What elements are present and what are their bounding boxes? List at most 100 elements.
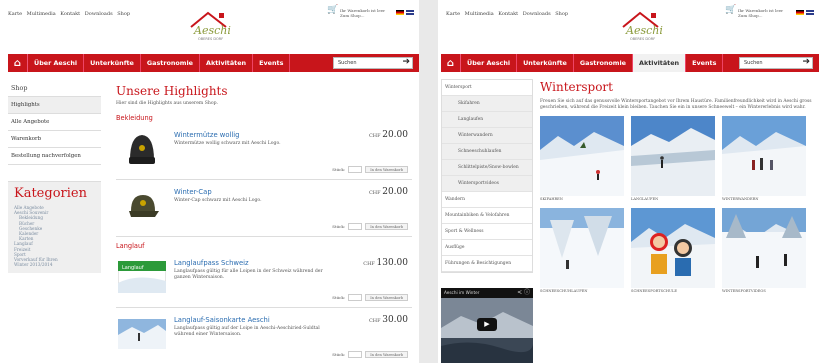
gallery-tile[interactable]: SCHNEESPORTSCHULE	[631, 208, 715, 295]
toplink-shop[interactable]: Shop	[555, 11, 568, 17]
cap-icon[interactable]	[118, 187, 166, 225]
gallery-tile[interactable]: LANGLAUFEN	[631, 116, 715, 203]
nav-events[interactable]: Events	[253, 54, 291, 72]
sidebar-item-shop[interactable]: Shop	[8, 80, 101, 97]
cart-shop-link[interactable]: Zum Shop...	[340, 13, 385, 18]
toplink-downloads[interactable]: Downloads	[85, 11, 113, 17]
gallery-tile[interactable]: WINTERWANDERN	[722, 116, 806, 203]
cross-country-photo[interactable]	[631, 116, 715, 197]
ski-pass-card[interactable]: Langlauf	[118, 258, 166, 296]
sidebar-item[interactable]: Schlittelpiste/Snow-bowlen	[442, 160, 532, 176]
nav-aktivitaeten[interactable]: Aktivitäten	[200, 54, 254, 72]
sidebar-item-alle-angebote[interactable]: Alle Angebote	[8, 114, 101, 131]
gallery-caption[interactable]: SCHNEESCHUHLAUFEN	[540, 289, 624, 295]
german-flag-icon[interactable]	[396, 10, 404, 15]
toplink-shop[interactable]: Shop	[117, 11, 130, 17]
add-to-cart-button[interactable]: In den Warenkorb	[365, 351, 408, 358]
play-icon[interactable]: ▶	[477, 318, 497, 331]
toplink-kontakt[interactable]: Kontakt	[498, 11, 518, 17]
gallery-caption[interactable]: WINTERSPORTVIDEOS	[722, 289, 806, 295]
add-to-cart-button[interactable]: In den Warenkorb	[365, 294, 408, 301]
home-icon[interactable]: ⌂	[8, 54, 28, 72]
product-row: Langlauf Langlaufpass Schweiz Langlaufpass…	[116, 256, 412, 308]
nav-gastronomie[interactable]: Gastronomie	[574, 54, 633, 72]
winter-hiking-photo[interactable]	[722, 116, 806, 197]
add-to-cart-button[interactable]: In den Warenkorb	[365, 166, 408, 173]
ski-school-photo[interactable]	[631, 208, 715, 289]
product-description: Langlaufpass gültig für alle Loipen in d…	[174, 269, 323, 280]
gallery-caption[interactable]: WINTERWANDERN	[722, 197, 806, 203]
quantity-input[interactable]	[348, 294, 363, 301]
toplink-multimedia[interactable]: Multimedia	[465, 11, 494, 17]
product-name[interactable]: Langlaufpass Schweiz	[174, 259, 249, 267]
nav-ueber-aeschi[interactable]: Über Aeschi	[461, 54, 518, 72]
sidebar-item[interactable]: Wintersport	[442, 80, 532, 96]
gallery-tile[interactable]: WINTERSPORTVIDEOS	[722, 208, 806, 295]
sidebar-item[interactable]: Skifahren	[442, 96, 532, 112]
nav-events[interactable]: Events	[686, 54, 724, 72]
quantity-input[interactable]	[348, 223, 363, 230]
skiing-photo[interactable]	[540, 116, 624, 197]
product-name[interactable]: Winter-Cap	[174, 188, 212, 196]
search-arrow-icon[interactable]: ➔	[802, 57, 810, 68]
product-price: CHF 30.00	[369, 315, 408, 325]
sidebar-item[interactable]: Führungen & Besichtigungen	[442, 256, 532, 272]
sidebar-item[interactable]: Wintersportvideos	[442, 176, 532, 192]
mini-cart[interactable]: 🛒 Ihr Warenkorb ist leer Zum Shop...	[725, 6, 783, 19]
nav-ueber-aeschi[interactable]: Über Aeschi	[28, 54, 85, 72]
cart-icon[interactable]: 🛒	[725, 6, 736, 15]
nav-unterkuenfte[interactable]: Unterkünfte	[84, 54, 141, 72]
video-player[interactable]: Aeschi im Winter < ⓘ ▶	[441, 288, 533, 363]
sidebar-item-bestellung[interactable]: Bestellung nachverfolgen	[8, 148, 101, 165]
sidebar-item-warenkorb[interactable]: Warenkorb	[8, 131, 101, 148]
sidebar-item[interactable]: Ausflüge	[442, 240, 532, 256]
toplink-karte[interactable]: Karte	[8, 11, 22, 17]
winter-video-photo[interactable]	[722, 208, 806, 289]
gallery-caption[interactable]: SKIFAHREN	[540, 197, 624, 203]
share-icon[interactable]: < ⓘ	[517, 288, 530, 298]
cross-country-photo[interactable]	[118, 315, 166, 353]
svg-text:OBERES DORF: OBERES DORF	[198, 37, 223, 41]
nav-unterkuenfte[interactable]: Unterkünfte	[517, 54, 574, 72]
sidebar-item-highlights[interactable]: Highlights	[8, 97, 101, 114]
quantity-input[interactable]	[348, 166, 363, 173]
quantity-row: Stück: In den Warenkorb	[332, 294, 408, 301]
gallery-tile[interactable]: SCHNEESCHUHLAUFEN	[540, 208, 624, 295]
sidebar-item[interactable]: Sport & Wellness	[442, 224, 532, 240]
price-amount: 20.00	[382, 187, 408, 197]
english-flag-icon[interactable]	[806, 10, 814, 15]
gallery-caption[interactable]: SCHNEESPORTSCHULE	[631, 289, 715, 295]
svg-text:Langlauf: Langlauf	[122, 265, 144, 271]
product-name[interactable]: Langlauf-Saisonkarte Aeschi	[174, 316, 270, 324]
home-icon[interactable]: ⌂	[441, 54, 461, 72]
category-link[interactable]: Winter 2013/2014	[14, 262, 95, 267]
aeschi-logo[interactable]: Aeschi OBERES DORF	[618, 7, 664, 43]
sidebar-item[interactable]: Winterwandern	[442, 128, 532, 144]
sidebar-item[interactable]: Langlaufen	[442, 112, 532, 128]
aeschi-logo[interactable]: Aeschi OBERES DORF	[186, 7, 232, 43]
add-to-cart-button[interactable]: In den Warenkorb	[365, 223, 408, 230]
nav-gastronomie[interactable]: Gastronomie	[141, 54, 200, 72]
english-flag-icon[interactable]	[406, 10, 414, 15]
nav-aktivitaeten[interactable]: Aktivitäten	[633, 54, 687, 72]
cart-shop-link[interactable]: Zum Shop...	[738, 13, 783, 18]
toplink-karte[interactable]: Karte	[446, 11, 460, 17]
quantity-input[interactable]	[348, 351, 363, 358]
gallery-tile[interactable]: SKIFAHREN	[540, 116, 624, 203]
mini-cart[interactable]: 🛒 Ihr Warenkorb ist leer Zum Shop...	[327, 6, 385, 19]
gallery-caption[interactable]: LANGLAUFEN	[631, 197, 715, 203]
sidebar-item[interactable]: Mountainbiken & Velofahren	[442, 208, 532, 224]
toplink-multimedia[interactable]: Multimedia	[27, 11, 56, 17]
product-name[interactable]: Wintermütze wollig	[174, 131, 240, 139]
beanie-icon[interactable]	[118, 130, 166, 168]
search-input[interactable]: Suchen ➔	[739, 57, 813, 69]
cart-icon[interactable]: 🛒	[327, 6, 338, 15]
toplink-downloads[interactable]: Downloads	[523, 11, 551, 17]
german-flag-icon[interactable]	[796, 10, 804, 15]
search-input[interactable]: Suchen ➔	[333, 57, 413, 69]
search-arrow-icon[interactable]: ➔	[402, 57, 410, 68]
sidebar-item[interactable]: Wandern	[442, 192, 532, 208]
toplink-kontakt[interactable]: Kontakt	[60, 11, 80, 17]
snowshoe-photo[interactable]	[540, 208, 624, 289]
sidebar-item[interactable]: Schneeschuhlaufen	[442, 144, 532, 160]
